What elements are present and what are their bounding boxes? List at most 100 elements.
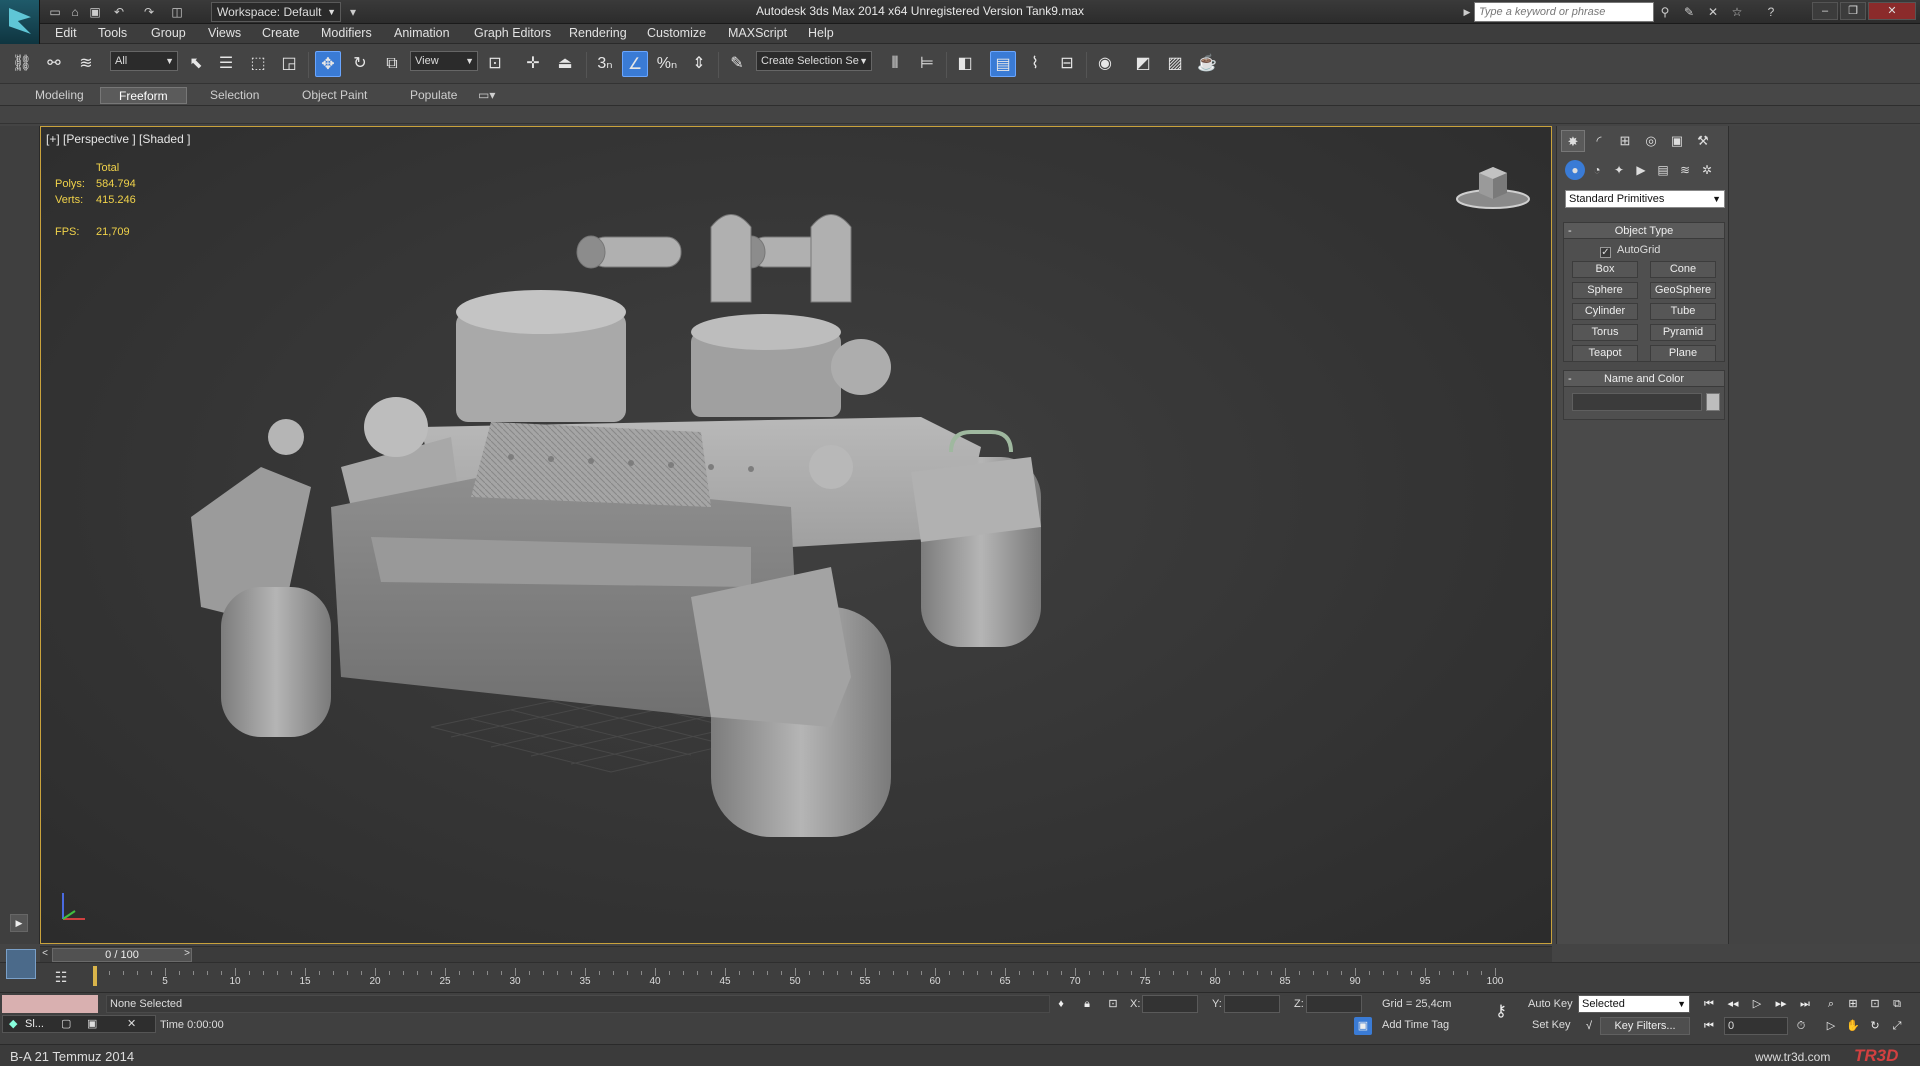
ribbon-options-icon[interactable]: ▭▾ [472,87,501,104]
new-file-icon[interactable]: ▭ [46,3,64,21]
menu-views[interactable]: Views [208,26,241,40]
key-mode-dropdown[interactable]: Selected ▼ [1578,995,1690,1013]
window-crossing-icon[interactable]: ◲ [276,51,302,77]
expand-arrow-icon[interactable]: ▶ [10,914,28,932]
mirror-icon[interactable]: ⫴ [882,51,908,77]
field-of-view-icon[interactable]: ▷ [1822,1017,1840,1035]
helpers-icon[interactable]: ▤ [1653,160,1673,180]
tank-3d-model[interactable] [191,207,1251,847]
object-type-header[interactable]: - Object Type [1564,223,1724,239]
current-frame-marker[interactable] [93,966,97,986]
object-color-swatch[interactable] [1706,393,1720,411]
tube-button[interactable]: Tube [1650,303,1716,320]
menu-animation[interactable]: Animation [394,26,450,40]
quick-access-menu-icon[interactable]: ▾ [344,3,362,21]
maximize-button[interactable]: ❐ [1840,2,1866,20]
create-tab-icon[interactable]: ✸ [1561,130,1585,152]
menu-graph-editors[interactable]: Graph Editors [474,26,551,40]
tab-selection[interactable]: Selection [192,87,277,104]
zoom-extents-all-icon[interactable]: ⧉ [1888,995,1906,1013]
key-curve-icon[interactable]: √ [1580,1017,1598,1035]
key-mode-toggle-icon[interactable]: ⏮ [1700,1017,1718,1035]
layer-manager-icon[interactable]: ◧ [952,51,978,77]
hierarchy-tab-icon[interactable]: ⊞ [1613,130,1637,152]
next-frame-icon[interactable]: ▸▸ [1772,995,1790,1013]
go-to-start-icon[interactable]: ⏮ [1700,995,1718,1013]
torus-button[interactable]: Torus [1572,324,1638,341]
timeline-ruler[interactable]: 5 10 15 20 25 30 35 40 45 50 55 60 65 70 75 80 85 90 95 100 [93,966,1503,990]
communication-icon[interactable]: ✕ [1704,3,1722,21]
tab-freeform[interactable]: Freeform [100,87,187,104]
percent-snap-icon[interactable]: %ₙ [654,51,680,77]
auto-key-button[interactable]: Auto Key [1528,998,1573,1010]
display-tab-icon[interactable]: ▣ [1665,130,1689,152]
pan-view-icon[interactable]: ✋ [1844,1017,1862,1035]
graphite-ribbon-icon[interactable]: ▤ [990,51,1016,77]
name-and-color-header[interactable]: - Name and Color [1564,371,1724,387]
time-next-icon[interactable]: > [182,947,192,961]
spinner-snap-icon[interactable]: ⇕ [686,51,712,77]
selection-lock-icon[interactable]: 🔒︎ [1078,995,1096,1013]
menu-group[interactable]: Group [151,26,186,40]
menu-rendering[interactable]: Rendering [569,26,627,40]
schematic-view-icon[interactable]: ⊟ [1054,51,1080,77]
maximize-icon[interactable]: ▣ [87,1017,97,1030]
systems-icon[interactable]: ✲ [1697,160,1717,180]
time-prev-icon[interactable]: < [40,947,50,961]
object-name-input[interactable] [1572,393,1702,411]
snaps-toggle-icon[interactable]: 3ₙ [592,51,618,77]
select-object-icon[interactable]: ⬉ [183,51,209,77]
key-filters-button[interactable]: Key Filters... [1600,1017,1690,1035]
app-menu-button[interactable] [0,0,40,44]
zoom-extents-icon[interactable]: ⊡ [1866,995,1884,1013]
go-to-end-icon[interactable]: ⏭ [1796,995,1814,1013]
menu-create[interactable]: Create [262,26,300,40]
favorites-star-icon[interactable]: ☆ [1728,3,1746,21]
curve-editor-icon[interactable]: ⌇ [1022,51,1048,77]
y-coordinate-input[interactable] [1224,995,1280,1013]
project-folder-icon[interactable]: ◫ [168,3,186,21]
save-icon[interactable]: ▣ [86,3,104,21]
tab-object-paint[interactable]: Object Paint [284,87,385,104]
select-and-scale-icon[interactable]: ⧉ [379,51,405,77]
select-manipulate-icon[interactable]: ✛ [520,51,546,77]
bind-space-warp-icon[interactable]: ≋ [73,51,99,77]
select-by-name-icon[interactable]: ☰ [213,51,239,77]
menu-maxscript[interactable]: MAXScript [728,26,787,40]
motion-tab-icon[interactable]: ◎ [1639,130,1663,152]
workspace-dropdown[interactable]: Workspace: Default ▼ [211,2,341,22]
pivot-center-icon[interactable]: ⊡ [482,51,508,77]
undo-icon[interactable]: ↶ [110,3,128,21]
cylinder-button[interactable]: Cylinder [1572,303,1638,320]
angle-snap-icon[interactable]: ∠ [622,51,648,77]
isolate-selection-icon[interactable]: ♦ [1052,995,1070,1013]
cameras-icon[interactable]: ▶ [1631,160,1651,180]
selection-filter-dropdown[interactable]: All ▼ [110,51,178,71]
plane-button[interactable]: Plane [1650,345,1716,362]
select-and-link-icon[interactable]: ⛓ [9,51,35,77]
primitive-category-dropdown[interactable]: Standard Primitives ▼ [1565,190,1725,208]
absolute-mode-icon[interactable]: ⊡ [1104,995,1122,1013]
geosphere-button[interactable]: GeoSphere [1650,282,1716,299]
minimize-button[interactable]: – [1812,2,1838,20]
maximize-viewport-icon[interactable]: ⤢ [1888,1017,1906,1035]
material-editor-icon[interactable]: ◉ [1092,51,1118,77]
cone-button[interactable]: Cone [1650,261,1716,278]
utilities-tab-icon[interactable]: ⚒ [1691,130,1715,152]
menu-help[interactable]: Help [808,26,834,40]
close-button[interactable]: ✕ [1868,2,1916,20]
geometry-icon[interactable]: ● [1565,160,1585,180]
named-selection-dropdown[interactable]: Create Selection Se ▼ [756,51,872,71]
viewcube-icon[interactable] [1453,157,1533,217]
redo-icon[interactable]: ↷ [140,3,158,21]
edit-named-selection-icon[interactable]: ✎ [724,51,750,77]
select-and-rotate-icon[interactable]: ↻ [347,51,373,77]
reference-coordinate-dropdown[interactable]: View ▼ [410,51,478,71]
box-button[interactable]: Box [1572,261,1638,278]
x-coordinate-input[interactable] [1142,995,1198,1013]
maxscript-mini-listener[interactable] [2,995,98,1013]
tab-populate[interactable]: Populate [392,87,475,104]
render-production-icon[interactable]: ☕ [1194,51,1220,77]
zoom-all-icon[interactable]: ⊞ [1844,995,1862,1013]
tab-modeling[interactable]: Modeling [17,87,102,104]
